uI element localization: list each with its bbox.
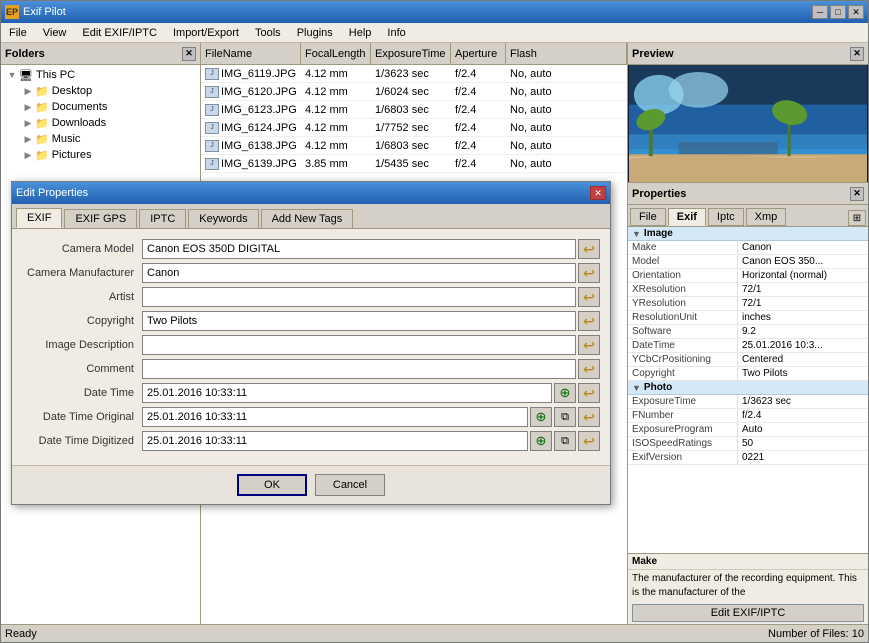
field-label-copyright: Copyright (22, 315, 142, 327)
dialog-tab-exif-gps[interactable]: EXIF GPS (64, 209, 137, 228)
field-input-artist[interactable] (142, 287, 576, 307)
field-calendar-date-time-original[interactable]: ⊕ (530, 407, 552, 427)
field-reset-date-time-original[interactable]: ↩ (578, 407, 600, 427)
field-input-copyright[interactable] (142, 311, 576, 331)
field-input-camera-model[interactable] (142, 239, 576, 259)
field-reset-copyright[interactable]: ↩ (578, 311, 600, 331)
field-reset-image-description[interactable]: ↩ (578, 335, 600, 355)
dialog-title-bar: Edit Properties ✕ (12, 182, 610, 204)
field-calendar-date-time[interactable]: ⊕ (554, 383, 576, 403)
field-input-date-time-digitized[interactable] (142, 431, 528, 451)
field-reset-comment[interactable]: ↩ (578, 359, 600, 379)
field-label-date-time-digitized: Date Time Digitized (22, 435, 142, 447)
dialog-cancel-button[interactable]: Cancel (315, 474, 385, 496)
dialog-close-button[interactable]: ✕ (590, 186, 606, 200)
field-reset-camera-manufacturer[interactable]: ↩ (578, 263, 600, 283)
field-reset-date-time-digitized[interactable]: ↩ (578, 431, 600, 451)
field-reset-date-time[interactable]: ↩ (578, 383, 600, 403)
field-reset-artist[interactable]: ↩ (578, 287, 600, 307)
dialog-content: Camera Model ↩ Camera Manufacturer ↩ Art… (12, 229, 610, 465)
field-label-image-description: Image Description (22, 339, 142, 351)
field-row-camera-model: Camera Model ↩ (22, 239, 600, 259)
field-row-image-description: Image Description ↩ (22, 335, 600, 355)
field-row-copyright: Copyright ↩ (22, 311, 600, 331)
field-label-camera-model: Camera Model (22, 243, 142, 255)
field-label-artist: Artist (22, 291, 142, 303)
field-input-date-time[interactable] (142, 383, 552, 403)
field-row-camera-manufacturer: Camera Manufacturer ↩ (22, 263, 600, 283)
main-window: EP Exif Pilot ─ □ ✕ File View Edit EXIF/… (0, 0, 869, 643)
field-row-artist: Artist ↩ (22, 287, 600, 307)
dialog-tab-keywords[interactable]: Keywords (188, 209, 258, 228)
dialog-overlay: Edit Properties ✕ EXIF EXIF GPS IPTC Key… (1, 1, 868, 642)
field-input-camera-manufacturer[interactable] (142, 263, 576, 283)
field-label-comment: Comment (22, 363, 142, 375)
dialog-tabs: EXIF EXIF GPS IPTC Keywords Add New Tags (12, 204, 610, 229)
field-row-date-time-digitized: Date Time Digitized ⊕ ⧉ ↩ (22, 431, 600, 451)
field-copy-date-time-digitized[interactable]: ⧉ (554, 431, 576, 451)
dialog-title: Edit Properties (16, 187, 88, 199)
field-label-date-time: Date Time (22, 387, 142, 399)
field-input-date-time-original[interactable] (142, 407, 528, 427)
field-row-comment: Comment ↩ (22, 359, 600, 379)
dialog-tab-iptc[interactable]: IPTC (139, 209, 186, 228)
edit-properties-dialog: Edit Properties ✕ EXIF EXIF GPS IPTC Key… (11, 181, 611, 505)
field-copy-date-time-original[interactable]: ⧉ (554, 407, 576, 427)
dialog-tab-exif[interactable]: EXIF (16, 208, 62, 228)
field-calendar-date-time-digitized[interactable]: ⊕ (530, 431, 552, 451)
field-row-date-time-original: Date Time Original ⊕ ⧉ ↩ (22, 407, 600, 427)
field-reset-camera-model[interactable]: ↩ (578, 239, 600, 259)
field-input-comment[interactable] (142, 359, 576, 379)
field-label-date-time-original: Date Time Original (22, 411, 142, 423)
dialog-footer: OK Cancel (12, 465, 610, 504)
dialog-tab-add-new-tags[interactable]: Add New Tags (261, 209, 354, 228)
field-input-image-description[interactable] (142, 335, 576, 355)
field-label-camera-manufacturer: Camera Manufacturer (22, 267, 142, 279)
field-row-date-time: Date Time ⊕ ↩ (22, 383, 600, 403)
dialog-ok-button[interactable]: OK (237, 474, 307, 496)
